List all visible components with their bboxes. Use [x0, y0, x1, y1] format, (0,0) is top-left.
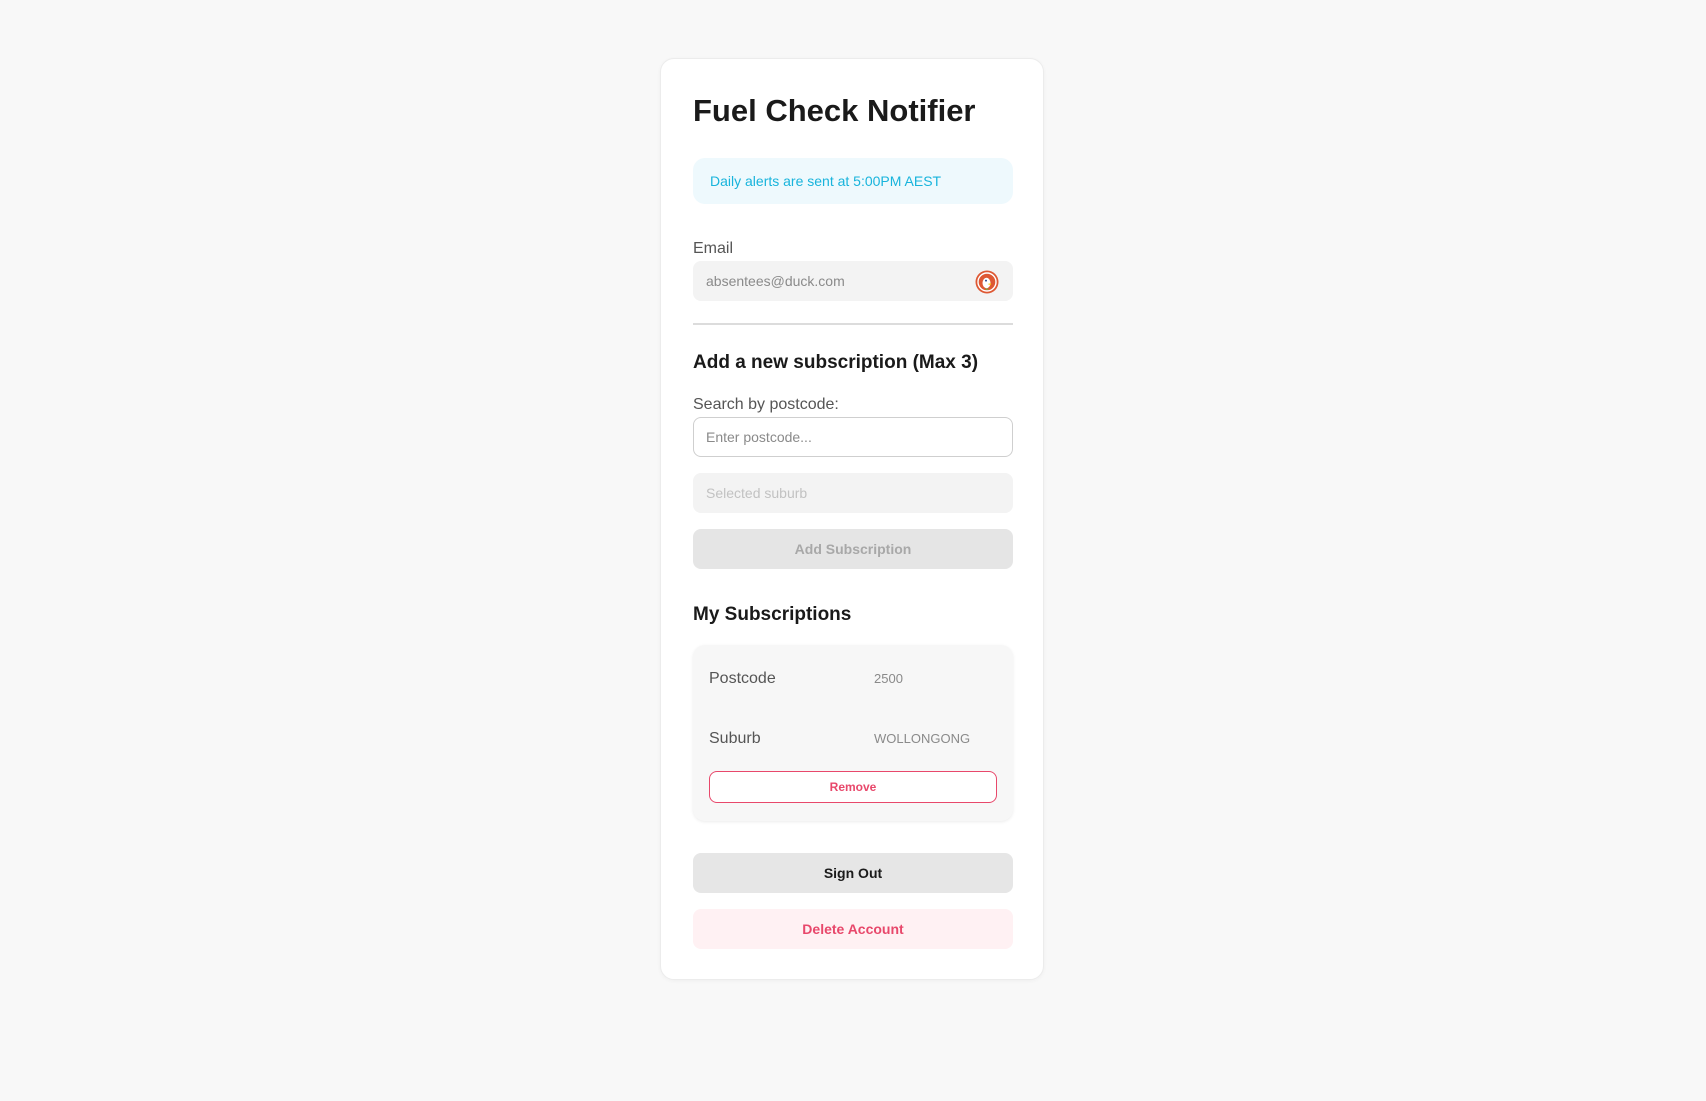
email-field: absentees@duck.com — [693, 261, 1013, 301]
search-postcode-label: Search by postcode: — [693, 396, 839, 413]
add-subscription-heading: Add a new subscription (Max 3) — [693, 352, 979, 373]
info-banner: Daily alerts are sent at 5:00PM AEST — [693, 158, 1013, 204]
remove-subscription-button[interactable]: Remove — [709, 771, 997, 803]
email-label: Email — [693, 240, 734, 257]
sign-out-button[interactable]: Sign Out — [693, 853, 1013, 893]
my-subscriptions-heading: My Subscriptions — [693, 604, 852, 625]
duckduckgo-icon[interactable] — [975, 270, 999, 294]
subscription-card: Postcode 2500 Suburb WOLLONGONG Remove — [693, 645, 1013, 821]
subscription-postcode-row: Postcode 2500 — [709, 667, 999, 691]
add-subscription-button[interactable]: Add Subscription — [693, 529, 1013, 569]
page-title: Fuel Check Notifier — [693, 93, 976, 128]
suburb-label: Suburb — [709, 730, 761, 747]
subscription-suburb-row: Suburb WOLLONGONG — [709, 727, 999, 751]
delete-account-button[interactable]: Delete Account — [693, 909, 1013, 949]
postcode-value: 2500 — [874, 671, 903, 686]
suburb-value: WOLLONGONG — [874, 731, 971, 746]
email-value: absentees@duck.com — [706, 273, 845, 289]
postcode-input[interactable] — [693, 417, 1013, 457]
selected-suburb-field: Selected suburb — [693, 473, 1013, 513]
main-card: Fuel Check Notifier Daily alerts are sen… — [660, 58, 1044, 980]
postcode-label: Postcode — [709, 670, 776, 687]
divider — [693, 323, 1013, 325]
